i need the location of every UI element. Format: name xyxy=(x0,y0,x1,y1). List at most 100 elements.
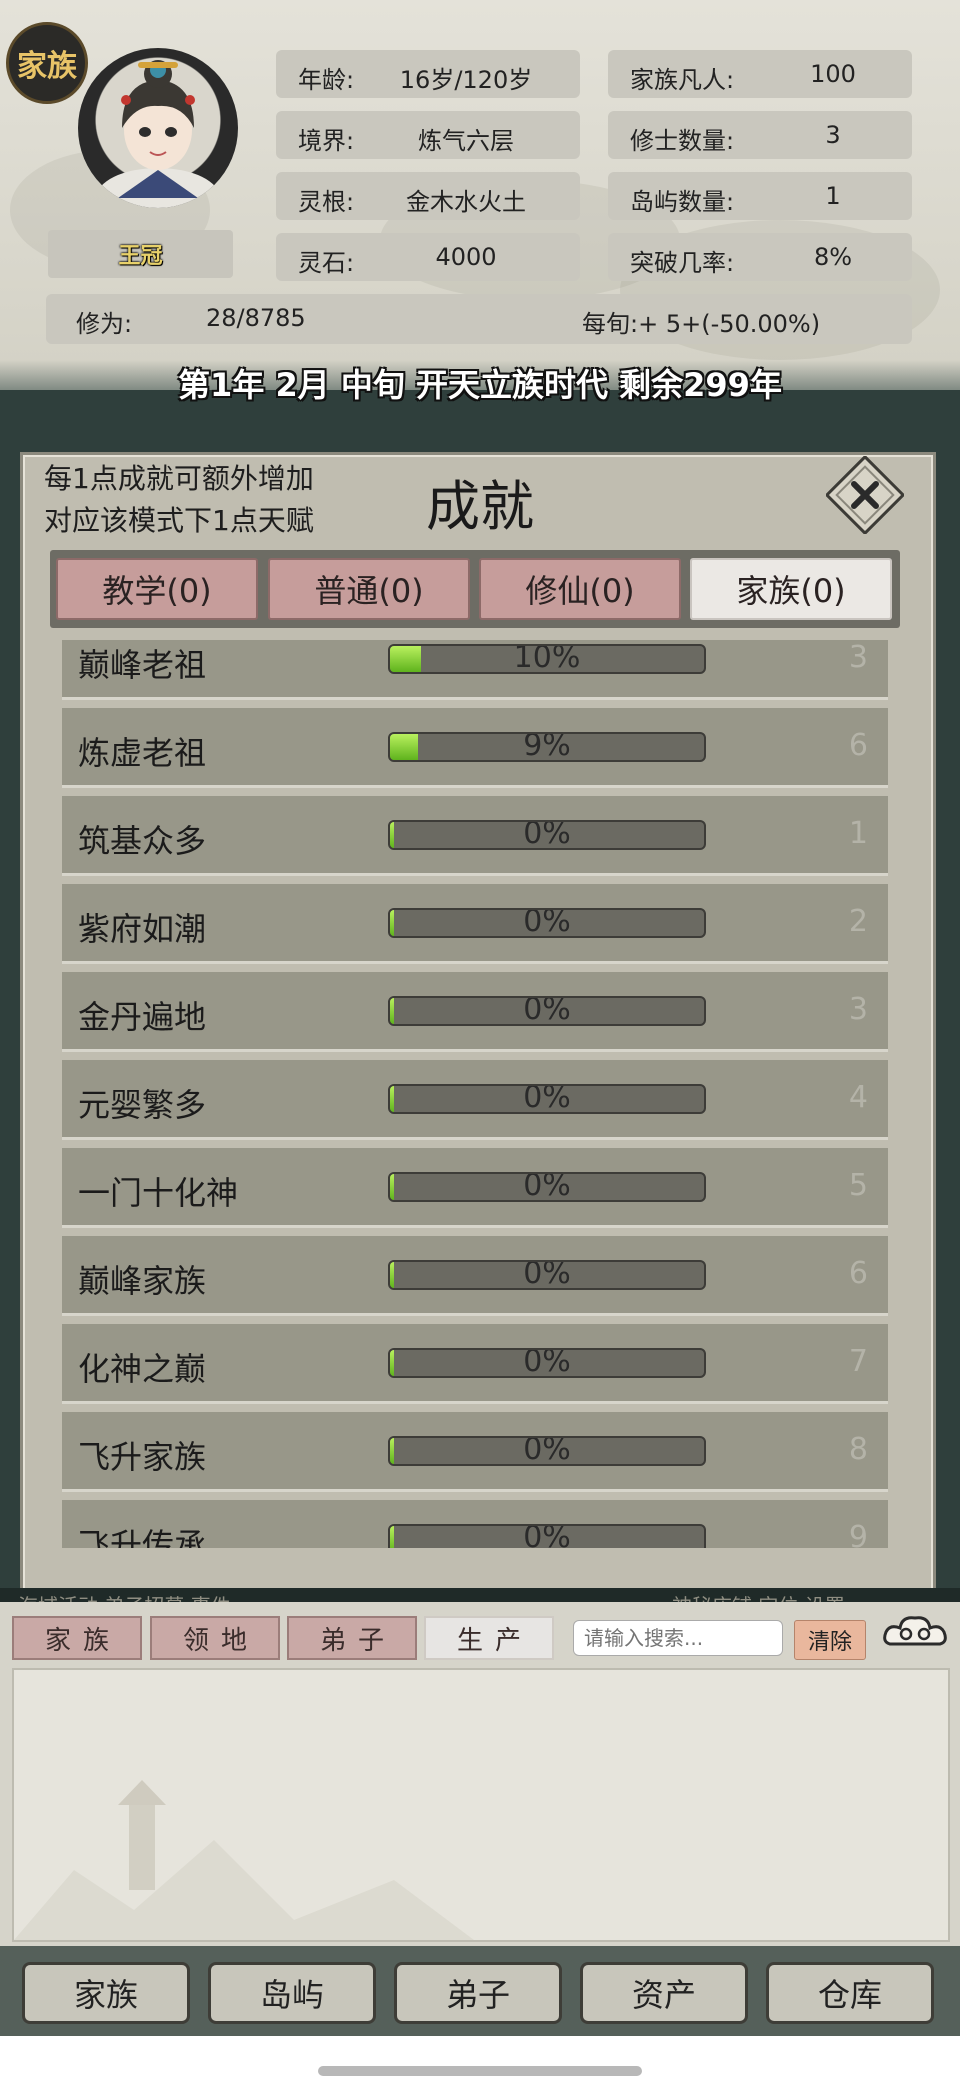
tab-cultivation[interactable]: 修仙(0) xyxy=(479,558,681,620)
achievement-reward: 3 xyxy=(848,640,868,675)
stat-label: 突破几率: xyxy=(630,249,735,277)
progress-bar: 0% xyxy=(388,1436,706,1466)
progress-percent: 0% xyxy=(523,1260,571,1290)
progress-bar: 0% xyxy=(388,1260,706,1290)
progress-bar: 0% xyxy=(388,996,706,1026)
stat-value: 8% xyxy=(813,243,853,271)
landscape-backdrop-icon xyxy=(14,1780,474,1940)
cultivation-label: 修为: xyxy=(76,310,133,338)
bottom-tab-production[interactable]: 生产 xyxy=(424,1616,554,1660)
achievement-name: 炼虚老祖 xyxy=(78,734,207,772)
close-icon xyxy=(824,454,906,536)
achievement-row[interactable]: 炼虚老祖 9% 6 xyxy=(62,708,888,788)
achievement-reward: 7 xyxy=(848,1344,868,1379)
avatar[interactable] xyxy=(78,48,238,208)
home-indicator[interactable] xyxy=(318,2066,642,2076)
achievement-row[interactable]: 巅峰老祖 10% 3 xyxy=(62,640,888,700)
achievement-name: 巅峰老祖 xyxy=(78,646,207,684)
achievement-reward: 4 xyxy=(848,1080,868,1115)
auspicious-cloud-icon[interactable] xyxy=(880,1612,950,1658)
tab-family[interactable]: 家族(0) xyxy=(690,558,892,620)
time-status: 第1年 2月 中旬 开天立族时代 剩余299年 xyxy=(178,366,782,404)
stat-label: 家族凡人: xyxy=(630,66,735,94)
bottom-tab-disciple[interactable]: 弟子 xyxy=(287,1616,417,1660)
achievement-row[interactable]: 金丹遍地 0% 3 xyxy=(62,972,888,1052)
achievement-row[interactable]: 紫府如潮 0% 2 xyxy=(62,884,888,964)
achievement-row[interactable]: 巅峰家族 0% 6 xyxy=(62,1236,888,1316)
achievement-row[interactable]: 一门十化神 0% 5 xyxy=(62,1148,888,1228)
achievement-row[interactable]: 化神之巅 0% 7 xyxy=(62,1324,888,1404)
stat-row: 家族凡人: 100 xyxy=(608,50,912,98)
achievement-reward: 6 xyxy=(848,1256,868,1291)
stat-value: 100 xyxy=(810,60,856,88)
character-name[interactable]: 王冠 xyxy=(48,230,233,278)
progress-percent: 0% xyxy=(523,996,571,1026)
clear-button[interactable]: 清除 xyxy=(794,1620,866,1660)
progress-bar: 0% xyxy=(388,908,706,938)
achievement-row[interactable]: 飞升传承 0% 9 xyxy=(62,1500,888,1548)
stat-row: 突破几率: 8% xyxy=(608,233,912,281)
stat-row: 年龄: 16岁/120岁 xyxy=(276,50,580,98)
achievement-reward: 5 xyxy=(848,1168,868,1203)
progress-percent: 0% xyxy=(523,1524,571,1548)
achievement-hint: 每1点成就可额外增加 对应该模式下1点天赋 xyxy=(44,458,314,542)
stat-value: 4000 xyxy=(435,243,497,271)
progress-bar: 10% xyxy=(388,644,706,674)
nav-button-assets[interactable]: 资产 xyxy=(580,1962,748,2024)
nav-button-island[interactable]: 岛屿 xyxy=(208,1962,376,2024)
progress-percent: 0% xyxy=(523,1348,571,1378)
progress-bar: 0% xyxy=(388,1172,706,1202)
cultivation-rate: 每旬:+ 5+(-50.00%) xyxy=(582,310,821,338)
achievement-reward: 2 xyxy=(848,904,868,939)
achievement-name: 巅峰家族 xyxy=(78,1262,207,1300)
achievement-reward: 3 xyxy=(848,992,868,1027)
close-button[interactable] xyxy=(824,454,906,536)
progress-bar: 0% xyxy=(388,820,706,850)
stat-row: 岛屿数量: 1 xyxy=(608,172,912,220)
stat-row: 灵石: 4000 xyxy=(276,233,580,281)
family-badge[interactable]: 家族 xyxy=(6,22,88,104)
achievement-name: 飞升家族 xyxy=(78,1438,207,1476)
achievement-reward: 1 xyxy=(848,816,868,851)
cultivation-row: 修为: 28/8785 每旬:+ 5+(-50.00%) xyxy=(46,294,912,344)
nav-button-disciple[interactable]: 弟子 xyxy=(394,1962,562,2024)
tab-teaching[interactable]: 教学(0) xyxy=(56,558,258,620)
dialog-title: 成就 xyxy=(426,475,534,538)
progress-percent: 0% xyxy=(523,908,571,938)
bottom-tab-territory[interactable]: 领地 xyxy=(150,1616,280,1660)
stat-label: 年龄: xyxy=(298,66,355,94)
achievement-list[interactable]: 巅峰老祖 10% 3 炼虚老祖 9% 6 筑基众多 0% 1 紫府如潮 0% 2 金丹遍地 0% 3 元婴繁多… xyxy=(62,640,888,1548)
stat-row: 修士数量: 3 xyxy=(608,111,912,159)
achievement-reward: 6 xyxy=(848,728,868,763)
content-area xyxy=(12,1668,950,1942)
stat-value: 1 xyxy=(825,182,841,210)
search-input[interactable] xyxy=(573,1620,783,1656)
stat-value: 3 xyxy=(825,121,841,149)
achievement-name: 飞升传承 xyxy=(78,1526,207,1548)
achievement-name: 筑基众多 xyxy=(78,822,207,860)
cultivation-value: 28/8785 xyxy=(206,304,306,332)
nav-button-warehouse[interactable]: 仓库 xyxy=(766,1962,934,2024)
achievement-name: 紫府如潮 xyxy=(78,910,207,948)
progress-bar: 0% xyxy=(388,1348,706,1378)
bottom-tab-family[interactable]: 家族 xyxy=(12,1616,142,1660)
nav-button-family[interactable]: 家族 xyxy=(22,1962,190,2024)
stat-row: 境界: 炼气六层 xyxy=(276,111,580,159)
achievement-name: 元婴繁多 xyxy=(78,1086,207,1124)
progress-percent: 0% xyxy=(523,1436,571,1466)
progress-bar: 0% xyxy=(388,1524,706,1548)
progress-percent: 10% xyxy=(513,644,581,674)
achievement-row[interactable]: 筑基众多 0% 1 xyxy=(62,796,888,876)
progress-percent: 0% xyxy=(523,1172,571,1202)
achievement-row[interactable]: 元婴繁多 0% 4 xyxy=(62,1060,888,1140)
achievement-name: 金丹遍地 xyxy=(78,998,207,1036)
stat-value: 16岁/120岁 xyxy=(399,66,533,94)
stat-label: 岛屿数量: xyxy=(630,188,735,216)
achievement-name: 一门十化神 xyxy=(78,1174,239,1212)
achievement-reward: 8 xyxy=(848,1432,868,1467)
stat-label: 灵根: xyxy=(298,188,355,216)
tab-normal[interactable]: 普通(0) xyxy=(268,558,470,620)
stat-value: 炼气六层 xyxy=(418,127,514,155)
stat-label: 灵石: xyxy=(298,249,355,277)
achievement-row[interactable]: 飞升家族 0% 8 xyxy=(62,1412,888,1492)
